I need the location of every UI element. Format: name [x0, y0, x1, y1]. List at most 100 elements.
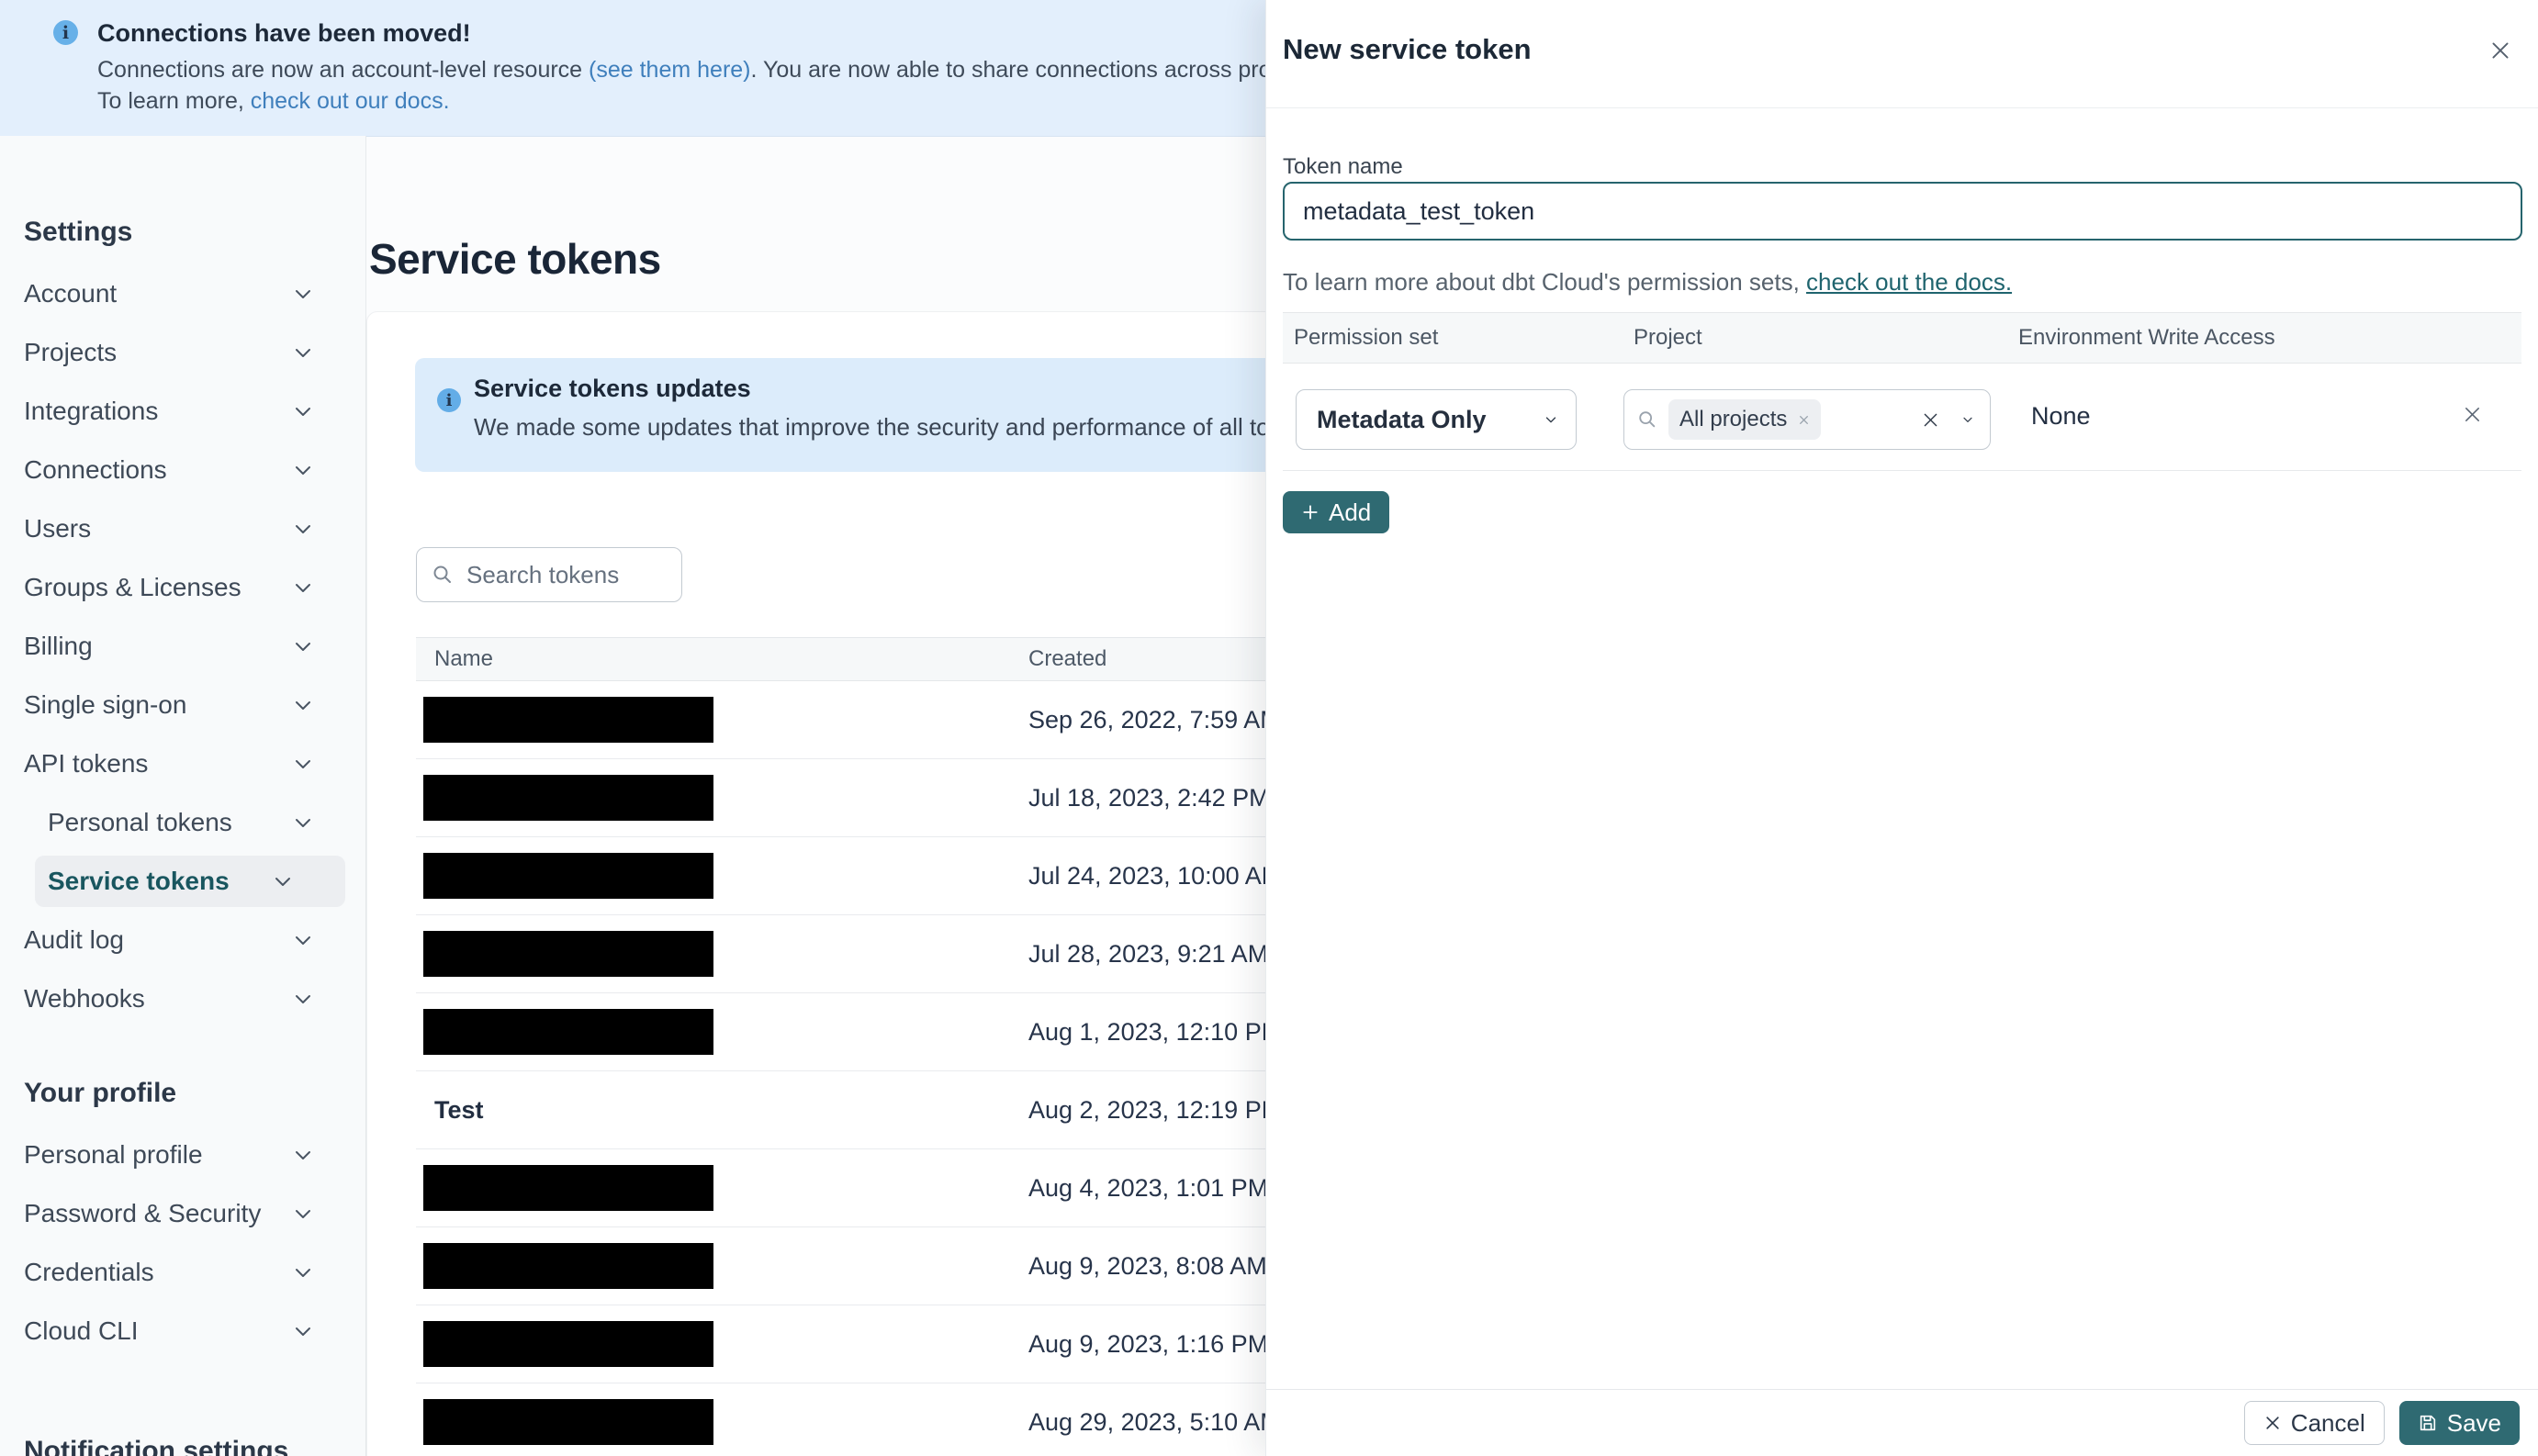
drawer-header: New service token	[1266, 0, 2538, 108]
sidebar-item-billing[interactable]: Billing	[0, 617, 365, 676]
new-service-token-drawer: New service token Token name To learn mo…	[1265, 0, 2538, 1456]
save-button-label: Save	[2446, 1408, 2501, 1437]
check-out-docs-link[interactable]: check out the docs.	[1806, 268, 2012, 296]
sidebar-section-heading: Your profile	[24, 1078, 177, 1108]
token-name-text: Test	[434, 1095, 484, 1124]
remove-row-icon[interactable]	[2462, 404, 2483, 425]
token-name-cell	[416, 1165, 1028, 1211]
chevron-down-icon	[292, 400, 314, 422]
sidebar-item-single-sign-on[interactable]: Single sign-on	[0, 676, 365, 734]
sidebar-item-personal-profile[interactable]: Personal profile	[0, 1126, 365, 1184]
chevron-down-icon	[272, 870, 294, 892]
sidebar-item-credentials[interactable]: Credentials	[0, 1243, 365, 1302]
project-chip-label: All projects	[1679, 407, 1788, 431]
token-name-input[interactable]	[1283, 182, 2522, 241]
chip-remove-icon[interactable]	[1798, 414, 1810, 426]
learn-more-text: To learn more,	[97, 88, 251, 114]
search-input[interactable]	[465, 559, 661, 590]
search-tokens-box	[416, 547, 682, 602]
chevron-down-icon	[292, 1203, 314, 1225]
chevron-down-icon	[292, 518, 314, 540]
redacted-name	[423, 853, 713, 899]
dbt-cloud-settings-page: i Connections have been moved! Connectio…	[0, 0, 2538, 1456]
sidebar-item-integrations[interactable]: Integrations	[0, 382, 365, 441]
search-icon	[1637, 409, 1657, 430]
chevron-down-icon	[292, 459, 314, 481]
clear-selection-icon[interactable]	[1921, 410, 1940, 430]
sidebar-item-cloud-cli[interactable]: Cloud CLI	[0, 1302, 365, 1361]
redacted-name	[423, 1243, 713, 1289]
page-title: Service tokens	[369, 234, 661, 283]
token-name-cell	[416, 1243, 1028, 1289]
sidebar-item-groups-licenses[interactable]: Groups & Licenses	[0, 558, 365, 617]
redacted-name	[423, 1399, 713, 1445]
sidebar-section-heading: Settings	[24, 217, 133, 247]
chevron-down-icon	[292, 1261, 314, 1283]
drawer-title: New service token	[1283, 33, 1532, 65]
token-name-label: Token name	[1283, 154, 1403, 179]
token-name-cell	[416, 931, 1028, 977]
add-permission-button[interactable]: Add	[1283, 491, 1390, 533]
chevron-down-icon	[292, 812, 314, 834]
info-icon: i	[53, 20, 78, 45]
save-button[interactable]: Save	[2398, 1401, 2520, 1445]
chevron-down-icon[interactable]	[1960, 412, 1975, 427]
close-icon[interactable]	[2487, 37, 2514, 64]
token-name-cell	[416, 1009, 1028, 1055]
sidebar-item-service-tokens[interactable]: Service tokens	[35, 856, 345, 907]
token-name-cell	[416, 1399, 1028, 1445]
banner-title: Connections have been moved!	[97, 19, 471, 47]
add-button-label: Add	[1329, 498, 1372, 526]
chevron-down-icon	[292, 988, 314, 1010]
sidebar-item-password-security[interactable]: Password & Security	[0, 1184, 365, 1243]
column-header-name: Name	[434, 646, 494, 671]
column-header-project: Project	[1634, 325, 1702, 350]
see-them-here-link[interactable]: (see them here)	[589, 57, 750, 83]
sidebar-item-api-tokens[interactable]: API tokens	[0, 734, 365, 793]
sidebar-item-users[interactable]: Users	[0, 499, 365, 558]
chevron-down-icon	[292, 753, 314, 775]
permission-row: Metadata Only All projects None	[1283, 362, 2521, 471]
sidebar-item-audit-log[interactable]: Audit log	[0, 911, 365, 969]
drawer-footer: Cancel Save	[1266, 1389, 2538, 1456]
callout-title: Service tokens updates	[474, 375, 751, 402]
permission-docs-line: To learn more about dbt Cloud's permissi…	[1283, 268, 2012, 297]
permission-set-select[interactable]: Metadata Only	[1296, 389, 1577, 450]
chevron-down-icon	[292, 929, 314, 951]
redacted-name	[423, 697, 713, 743]
cancel-button[interactable]: Cancel	[2243, 1401, 2385, 1445]
redacted-name	[423, 1009, 713, 1055]
cancel-button-label: Cancel	[2290, 1408, 2365, 1437]
redacted-name	[423, 1321, 713, 1367]
sidebar-item-account[interactable]: Account	[0, 264, 365, 323]
sidebar-item-connections[interactable]: Connections	[0, 441, 365, 499]
permissions-table-header: Permission set Project Environment Write…	[1283, 312, 2521, 364]
close-icon	[2266, 1417, 2279, 1429]
settings-sidebar: Settings Account Projects Integrations C…	[0, 136, 366, 1456]
token-name-cell	[416, 853, 1028, 899]
info-icon: i	[437, 388, 461, 412]
save-icon	[2420, 1415, 2435, 1431]
sidebar-item-personal-tokens[interactable]: Personal tokens	[0, 793, 365, 852]
chevron-down-icon	[292, 694, 314, 716]
permission-set-value: Metadata Only	[1317, 405, 1487, 433]
project-multiselect[interactable]: All projects	[1623, 389, 1991, 450]
banner-body-line2: To learn more, check out our docs.	[97, 88, 450, 115]
column-header-environment-write-access: Environment Write Access	[2018, 325, 2275, 350]
sidebar-item-projects[interactable]: Projects	[0, 323, 365, 382]
chevron-down-icon	[292, 342, 314, 364]
banner-body-text: Connections are now an account-level res…	[97, 57, 590, 83]
token-name-cell	[416, 697, 1028, 743]
token-name-cell: Test	[416, 1096, 1028, 1125]
project-chip[interactable]: All projects	[1668, 399, 1822, 440]
check-docs-link[interactable]: check out our docs.	[251, 88, 450, 114]
sidebar-section-heading: Notification settings	[24, 1436, 289, 1456]
docs-line-text: To learn more about dbt Cloud's permissi…	[1283, 268, 1807, 296]
sidebar-item-webhooks[interactable]: Webhooks	[0, 969, 365, 1028]
chevron-down-icon	[292, 1320, 314, 1342]
chevron-down-icon	[292, 1144, 314, 1166]
token-name-cell	[416, 775, 1028, 821]
chevron-down-icon	[292, 635, 314, 657]
redacted-name	[423, 1165, 713, 1211]
plus-icon	[1303, 505, 1318, 520]
